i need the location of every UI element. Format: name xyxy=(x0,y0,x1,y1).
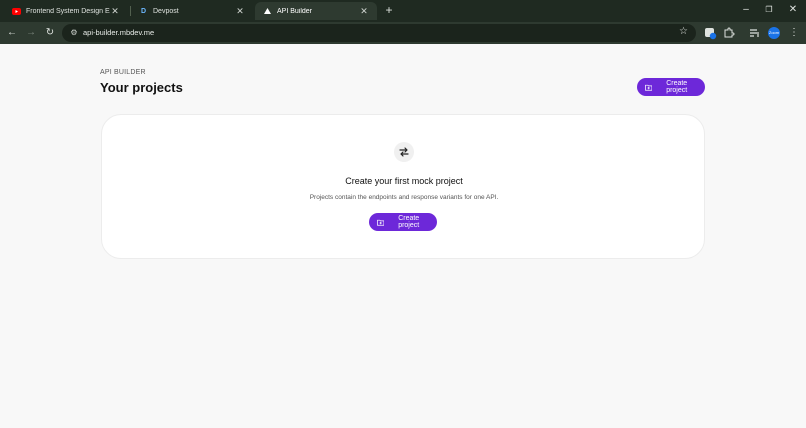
close-window-icon[interactable]: ✕ xyxy=(786,3,800,17)
tab-label: Frontend System Design Explai xyxy=(26,7,110,15)
minimize-icon[interactable]: – xyxy=(739,3,753,17)
devpost-icon: D xyxy=(140,7,147,15)
empty-state-card: Create your first mock project Projects … xyxy=(101,114,705,259)
arrows-exchange-icon xyxy=(394,142,414,162)
create-first-project-button[interactable]: Create project xyxy=(369,213,437,231)
back-icon[interactable]: ← xyxy=(5,26,19,40)
url-text[interactable]: api-builder.mbdev.me xyxy=(83,28,154,37)
create-project-label: Create project xyxy=(398,215,420,229)
forward-icon[interactable]: → xyxy=(24,26,38,40)
app-eyebrow: API BUILDER xyxy=(100,69,146,76)
tab-label: Devpost xyxy=(153,7,179,15)
close-tab-icon[interactable]: ✕ xyxy=(359,6,369,17)
close-tab-icon[interactable]: ✕ xyxy=(110,6,120,17)
empty-state-description: Projects contain the endpoints and respo… xyxy=(309,194,499,201)
address-bar[interactable]: ⚙ api-builder.mbdev.me ☆ xyxy=(62,24,696,42)
bookmark-star-icon[interactable]: ☆ xyxy=(679,26,688,37)
site-info-icon[interactable]: ⚙ xyxy=(68,27,80,39)
youtube-icon xyxy=(12,7,21,16)
triangle-icon xyxy=(263,7,272,16)
reload-icon[interactable]: ↻ xyxy=(43,26,57,40)
create-project-label: Create project xyxy=(666,80,688,94)
restore-icon[interactable]: ❐ xyxy=(762,3,776,17)
tab-devpost[interactable]: D Devpost ✕ xyxy=(131,2,253,20)
media-queue-icon[interactable] xyxy=(748,26,762,40)
puzzle-extensions-icon[interactable] xyxy=(722,26,736,40)
page-content: API BUILDER Your projects Create project… xyxy=(0,44,806,428)
tab-label: API Builder xyxy=(277,7,313,15)
extension-icon[interactable] xyxy=(703,26,717,40)
close-tab-icon[interactable]: ✕ xyxy=(235,6,245,17)
folder-plus-icon xyxy=(645,84,653,91)
page-title: Your projects xyxy=(100,80,183,95)
new-tab-button[interactable]: + xyxy=(382,3,396,17)
folder-plus-icon xyxy=(377,219,385,226)
browser-toolbar: ← → ↻ ⚙ api-builder.mbdev.me ☆ Zoom ⋮ xyxy=(0,22,806,44)
profile-avatar[interactable]: Zoom xyxy=(768,27,780,39)
empty-state-title: Create your first mock project xyxy=(345,176,463,186)
create-project-button[interactable]: Create project xyxy=(637,78,705,96)
browser-tab-bar: Frontend System Design Explai ✕ D Devpos… xyxy=(0,0,806,22)
tab-frontend-system-design[interactable]: Frontend System Design Explai ✕ xyxy=(4,2,128,20)
menu-kebab-icon[interactable]: ⋮ xyxy=(787,26,801,40)
tab-api-builder[interactable]: API Builder ✕ xyxy=(255,2,377,20)
